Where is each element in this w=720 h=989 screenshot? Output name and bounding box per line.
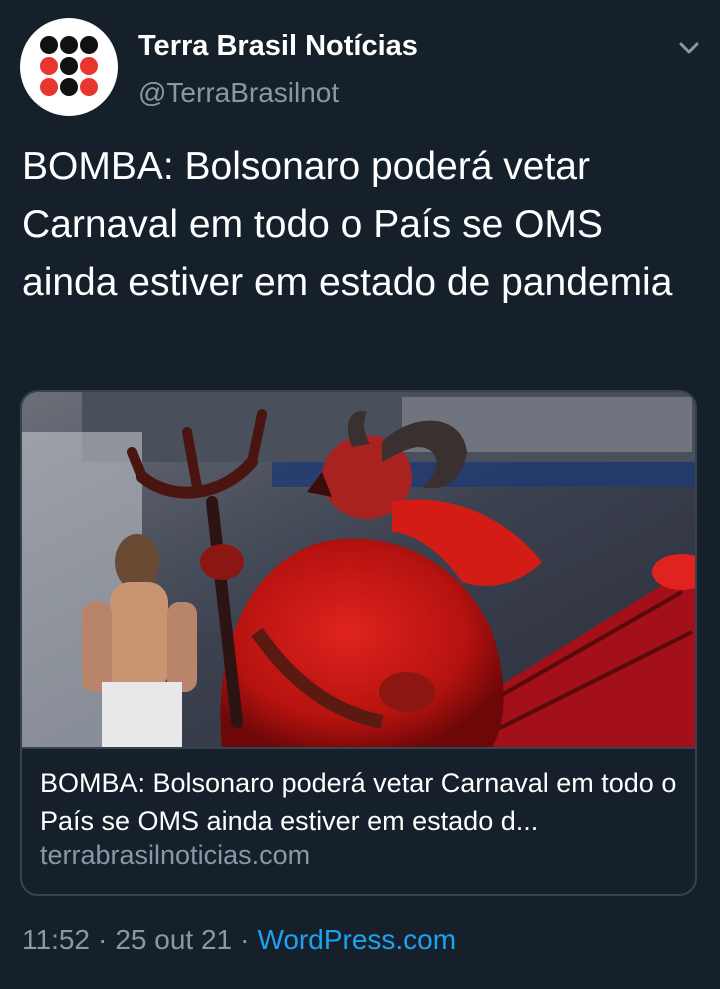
- chevron-down-icon[interactable]: [672, 34, 706, 62]
- link-card[interactable]: BOMBA: Bolsonaro poderá vetar Carnaval e…: [20, 390, 697, 896]
- tweet: Terra Brasil Notícias @TerraBrasilnot BO…: [0, 0, 720, 989]
- card-title[interactable]: BOMBA: Bolsonaro poderá vetar Carnaval e…: [40, 764, 680, 840]
- tweet-date[interactable]: 25 out 21: [115, 924, 232, 955]
- account-handle[interactable]: @TerraBrasilnot: [138, 77, 339, 109]
- carnival-photo-icon: [22, 392, 695, 747]
- tweet-text: BOMBA: Bolsonaro poderá vetar Carnaval e…: [22, 145, 673, 304]
- avatar[interactable]: [20, 18, 118, 116]
- meta-separator: ·: [98, 924, 108, 955]
- meta-separator: ·: [240, 924, 250, 955]
- tweet-source-link[interactable]: WordPress.com: [257, 924, 456, 955]
- card-domain[interactable]: terrabrasilnoticias.com: [40, 840, 310, 871]
- tweet-time[interactable]: 11:52: [22, 924, 90, 955]
- card-image[interactable]: [22, 392, 695, 749]
- account-name[interactable]: Terra Brasil Notícias: [138, 30, 418, 63]
- tweet-meta: 11:52 · 25 out 21 · WordPress.com: [22, 924, 456, 956]
- terra-brasil-logo-icon: [40, 36, 98, 96]
